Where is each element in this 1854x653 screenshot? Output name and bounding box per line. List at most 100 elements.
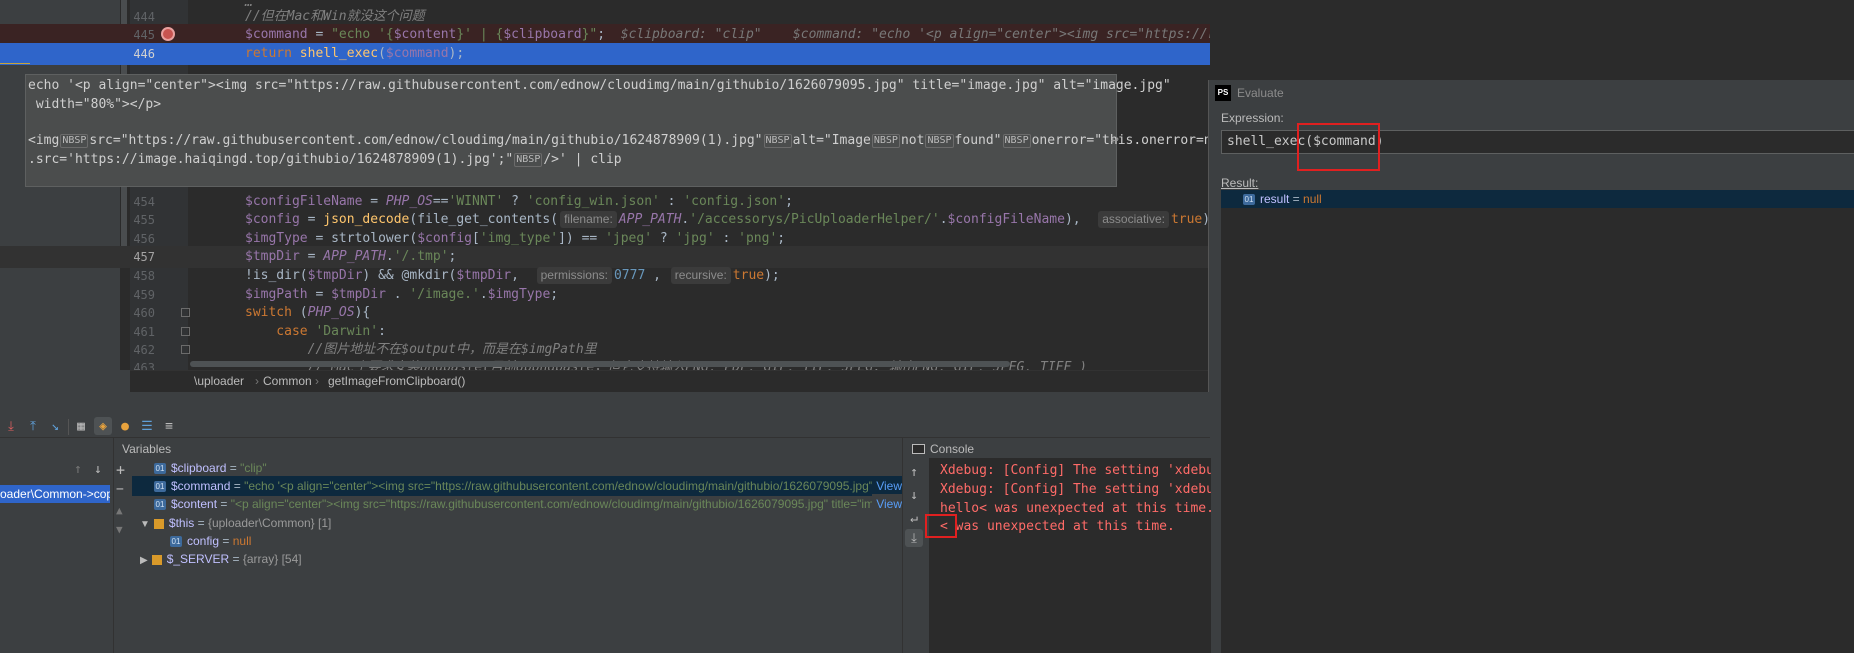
tooltip-line-1: echo '<p align="center"><img src="https:… (28, 78, 1171, 93)
chevron-right-icon[interactable]: ▶ (140, 555, 148, 566)
code-token: ? (652, 231, 676, 246)
code-token: $imgType (487, 287, 551, 302)
fold-marker-icon[interactable] (181, 308, 190, 317)
tooltip-line-2: width="80%"></p> (28, 97, 162, 112)
code-token: ); (448, 46, 465, 61)
scroll-to-end-icon[interactable]: ⤓ (905, 529, 923, 547)
watch-icon[interactable]: ◈ (94, 417, 112, 435)
code-token: 'png' (738, 231, 778, 246)
code-token: $command (385, 46, 449, 61)
add-watch-icon[interactable]: + (116, 461, 125, 479)
code-token: : (659, 194, 684, 209)
breadcrumb: \uploader › Common › getImageFromClipboa… (130, 370, 1210, 392)
console-icon (912, 444, 925, 454)
result-eq: = (1289, 192, 1304, 206)
code-line-446[interactable]: 446 return shell_exec($command); (0, 43, 1210, 65)
breakpoint-icon[interactable] (161, 27, 175, 41)
code-token: }' | { (456, 27, 504, 42)
list-icon[interactable]: ☰ (138, 417, 156, 435)
run-to-cursor-icon[interactable]: ↘ (46, 417, 64, 435)
view-link[interactable]: View (872, 476, 902, 496)
code-token: APP_PATH (618, 212, 682, 227)
code-token: 'WINNT' (448, 194, 504, 209)
code-token: ; (777, 231, 786, 246)
dialog-titlebar[interactable]: PS Evaluate (1209, 80, 1854, 106)
code-token: ) && @mkdir( (362, 268, 457, 283)
parameter-hint: recursive: (670, 267, 731, 284)
step-into-icon[interactable]: ⤓ (2, 417, 20, 435)
code-token: $tmpDir (331, 287, 386, 302)
line-number: 463 (133, 361, 155, 370)
step-out-icon[interactable]: ⤒ (24, 417, 42, 435)
arrow-down-icon[interactable]: ↓ (94, 462, 102, 477)
editor-hscrollbar[interactable] (190, 361, 1010, 367)
code-token: $tmpDir (307, 268, 363, 283)
code-token: , (511, 268, 535, 283)
code-token: ), (1064, 212, 1097, 227)
code-token: $clipboard (503, 27, 582, 42)
code-token: = (299, 212, 324, 227)
tooltip-text: not (900, 133, 925, 148)
more-options-icon[interactable]: ≡ (160, 417, 178, 435)
remove-watch-icon[interactable]: − (116, 482, 124, 497)
code-token: 'Darwin' (315, 324, 379, 339)
soft-wrap-icon[interactable]: ↵ (905, 509, 923, 527)
variable-name: $command (171, 479, 231, 493)
variable-row-clipboard[interactable]: 01 $clipboard = "clip" (132, 458, 902, 478)
variable-value: "clip" (240, 461, 267, 475)
tooltip-line-3: <img NBSP src="https://raw.githubuserconte… (28, 133, 1282, 148)
view-link[interactable]: View (872, 494, 902, 514)
breadcrumb-item-namespace[interactable]: \uploader (194, 371, 244, 391)
code-token: = (307, 27, 332, 42)
fold-marker-icon[interactable] (181, 345, 190, 354)
scroll-up-icon[interactable]: ↑ (905, 463, 923, 481)
parameter-hint: permissions: (536, 267, 612, 284)
evaluate-expression-icon[interactable]: ▦ (72, 417, 90, 435)
debug-toolbar: ⤓ ⤒ ↘ ▦ ◈ ● ☰ ≡ (0, 414, 1210, 438)
tooltip-text: found" (954, 133, 1002, 148)
variable-value: "echo '<p align="center"><img src="https… (244, 479, 913, 493)
code-token: 'config_win.json' (526, 194, 660, 209)
code-token: : (378, 324, 386, 339)
code-token: //图片地址不在$output中，而是在$imgPath里 (245, 342, 597, 357)
variable-value: "<p align="center"><img src="https://raw… (230, 497, 917, 511)
move-up-icon[interactable]: ▲ (116, 504, 123, 517)
code-token: . (939, 212, 948, 227)
code-token: $configFileName (947, 212, 1065, 227)
variable-value: null (232, 534, 252, 548)
breadcrumb-item-method[interactable]: getImageFromClipboard() (328, 371, 465, 391)
variable-row-this[interactable]: ▼ $this = {uploader\Common} [1] (132, 513, 902, 533)
frame-item[interactable]: oader\Common->copy (0, 485, 110, 503)
tooltip-text: />' | clip (543, 152, 622, 167)
code-token: PHP_OS (385, 194, 433, 209)
mute-breakpoints-icon[interactable]: ● (116, 417, 134, 435)
highlight-box (1297, 123, 1380, 171)
code-token: '/accessorys/PicUploaderHelper/' (689, 212, 940, 227)
variable-name: $this (168, 516, 195, 530)
variable-icon: 01 (154, 481, 166, 493)
variable-row-command[interactable]: 01 $command = "echo '<p align="center"><i… (132, 476, 912, 496)
chevron-down-icon[interactable]: ▼ (140, 519, 150, 530)
result-value: null (1303, 192, 1322, 206)
move-down-icon[interactable]: ▼ (116, 523, 123, 536)
variables-panel: Variables ↑ ↓ + − ▲ ▼ 01 $clipboard = "cl… (74, 438, 917, 653)
variable-eq: = (194, 516, 208, 530)
console-output: Xdebug: [Config] The setting 'xdebug.rem… (929, 458, 1211, 653)
arrow-up-icon[interactable]: ↑ (74, 462, 82, 477)
result-row[interactable]: 01 result = null (1221, 190, 1854, 208)
code-token: case (245, 324, 316, 339)
variable-row-config[interactable]: 01 config = null (132, 531, 902, 551)
fold-marker-icon[interactable] (181, 327, 190, 336)
code-token: == (432, 194, 449, 209)
tooltip-text: <img (28, 133, 60, 148)
code-token: !is_dir( (245, 268, 308, 283)
expression-label: Expression: (1221, 111, 1284, 125)
breadcrumb-item-class[interactable]: Common (263, 371, 312, 391)
phpstorm-logo-icon: PS (1215, 85, 1231, 101)
scroll-down-icon[interactable]: ↓ (905, 486, 923, 504)
code-token: ( (378, 46, 386, 61)
variable-row-content[interactable]: 01 $content = "<p align="center"><img src… (132, 494, 917, 514)
variable-row-server[interactable]: ▶ $_SERVER = {array} [54] (132, 549, 902, 569)
code-text: return shell_exec($command); (245, 43, 464, 65)
console-line: < was unexpected at this time. (940, 519, 1175, 534)
